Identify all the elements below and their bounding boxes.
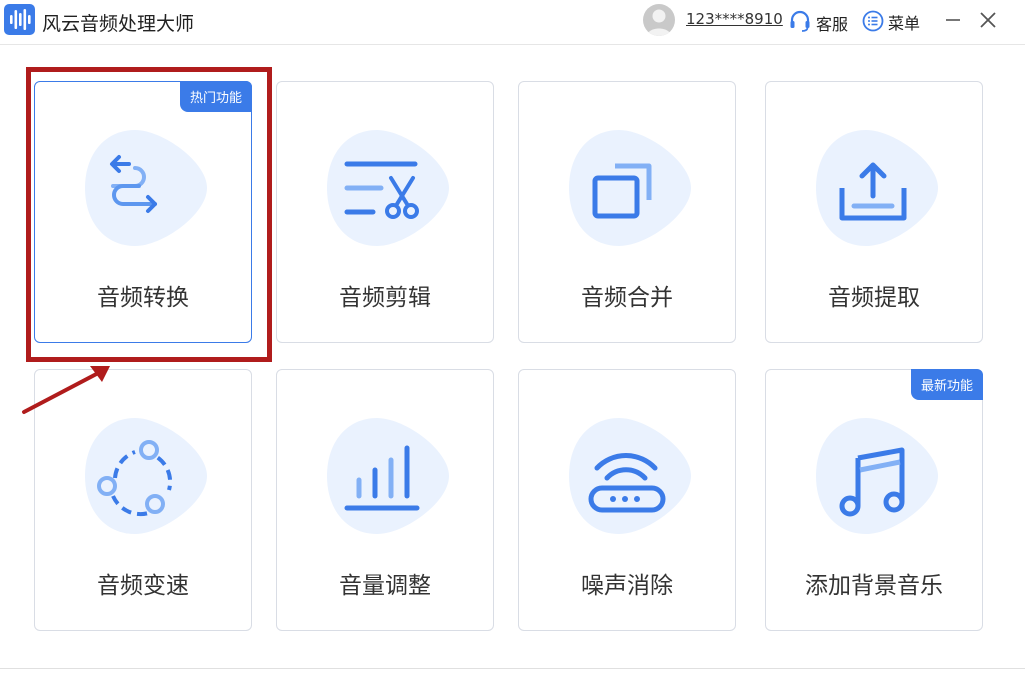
title-bar: 风云音频处理大师 123****8910 客服 菜单 [0,0,1025,45]
card-label: 音频提取 [828,285,920,311]
bottom-divider [0,668,1025,669]
card-label: 音频转换 [97,285,189,311]
upload-extract-icon [816,130,938,246]
user-avatar[interactable] [643,4,675,36]
card-label: 音频合并 [581,285,673,311]
user-phone-link[interactable]: 123****8910 [686,10,783,28]
convert-arrows-icon [85,130,207,246]
menu-list-icon [862,10,884,32]
card-audio-extract[interactable]: 音频提取 [765,81,983,343]
waveform-icon [4,4,35,35]
app-title: 风云音频处理大师 [42,13,195,35]
card-noise-remove[interactable]: 噪声消除 [518,369,736,631]
card-label: 添加背景音乐 [805,573,943,599]
card-volume-adjust[interactable]: 音量调整 [276,369,494,631]
app-window: 风云音频处理大师 123****8910 客服 菜单 音频转换 热门功能 音频剪… [0,0,1025,676]
new-feature-badge: 最新功能 [910,369,983,400]
card-audio-merge[interactable]: 音频合并 [518,81,736,343]
card-label: 音频变速 [97,573,189,599]
card-label: 噪声消除 [581,573,673,599]
menu-label: 菜单 [888,14,921,33]
music-note-icon [816,418,938,534]
volume-bars-icon [327,418,449,534]
annotation-arrow-icon [22,366,110,414]
card-audio-edit[interactable]: 音频剪辑 [276,81,494,343]
close-button[interactable] [978,10,998,30]
minimize-icon [946,19,960,21]
card-audio-convert[interactable]: 音频转换 热门功能 [34,81,252,343]
speed-cycle-icon [85,418,207,534]
customer-service-label: 客服 [816,15,849,34]
headset-icon [790,10,810,32]
card-label: 音频剪辑 [339,285,431,311]
noise-router-icon [569,418,691,534]
card-label: 音量调整 [339,573,431,599]
merge-window-icon [569,130,691,246]
scissors-edit-icon [327,130,449,246]
close-icon [980,12,996,28]
minimize-button[interactable] [943,10,963,30]
card-add-bgm[interactable]: 添加背景音乐 最新功能 [765,369,983,631]
hot-feature-badge: 热门功能 [179,81,252,112]
